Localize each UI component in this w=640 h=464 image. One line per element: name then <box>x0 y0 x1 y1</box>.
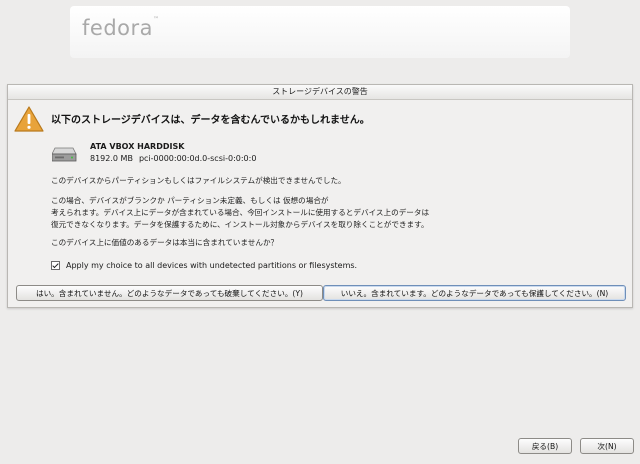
paragraph-not-detected: このデバイスからパーティションもしくはファイルシステムが検出できませんでした。 <box>51 176 346 185</box>
harddisk-icon <box>52 147 77 162</box>
back-button[interactable]: 戻る(B) <box>518 438 572 454</box>
next-button[interactable]: 次(N) <box>580 438 634 454</box>
dialog-heading: 以下のストレージデバイスは、データを含むんでいるかもしれません。 <box>51 115 370 126</box>
apply-all-checkbox[interactable] <box>51 261 60 270</box>
apply-all-checkbox-row[interactable]: Apply my choice to all devices with unde… <box>51 261 357 270</box>
logo-tm: ™ <box>153 16 160 23</box>
dialog-title: ストレージデバイスの警告 <box>8 85 632 100</box>
explanation-line: 復元できなくなります。データを保護するために、インストール対象からデバイスを取り… <box>51 220 429 229</box>
device-info: 8192.0 MB pci-0000:00:0d.0-scsi-0:0:0:0 <box>90 154 256 163</box>
explanation-line: 考えられます。デバイス上にデータが含まれている場合、今回インストールに使用すると… <box>51 208 430 217</box>
explanation-line: この場合、デバイスがブランクか パーティション未定義、もしくは 仮想の場合が <box>51 196 329 205</box>
storage-warning-dialog: ストレージデバイスの警告 以下のストレージデバイスは、データを含むんでいるかもし… <box>7 84 633 308</box>
device-name: ATA VBOX HARDDISK <box>90 142 185 151</box>
logo-text: fedora <box>82 16 153 40</box>
device-path: pci-0000:00:0d.0-scsi-0:0:0:0 <box>138 154 257 163</box>
fedora-logo: fedora™ <box>82 16 160 40</box>
device-size: 8192.0 MB <box>90 154 133 163</box>
warning-icon <box>14 106 44 132</box>
apply-all-label: Apply my choice to all devices with unde… <box>66 261 358 270</box>
paragraph-explanation: この場合、デバイスがブランクか パーティション未定義、もしくは 仮想の場合が 考… <box>51 195 429 231</box>
keep-data-button[interactable]: いいえ。含まれています。どのようなデータであっても保護してください。(N) <box>323 285 626 301</box>
discard-data-button[interactable]: はい。含まれていません。どのようなデータであっても破棄してください。(Y) <box>16 285 323 301</box>
question-text: このデバイス上に価値のあるデータは本当に含まれていませんか？ <box>51 238 279 247</box>
